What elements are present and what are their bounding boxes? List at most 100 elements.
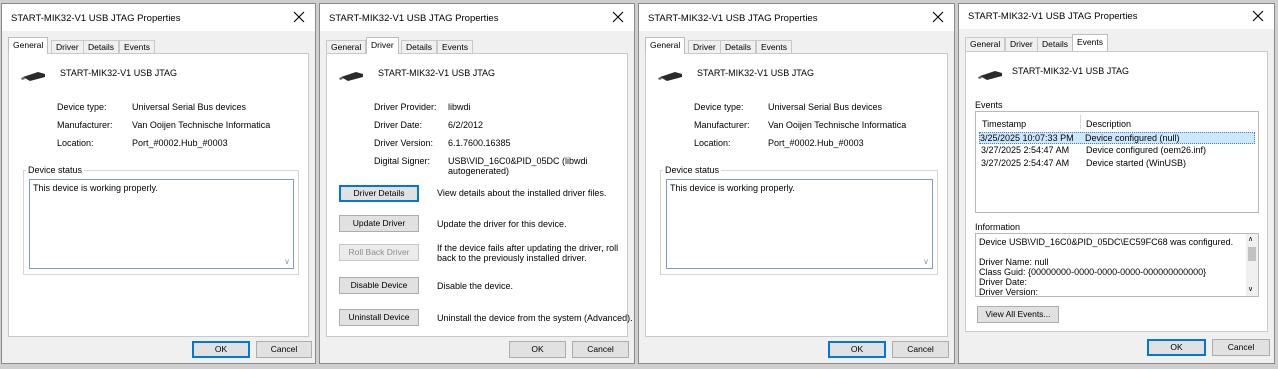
tab-strip: General Driver Details Events bbox=[326, 37, 628, 54]
tab-events[interactable]: Events bbox=[119, 40, 155, 54]
usb-device-icon bbox=[658, 72, 682, 81]
row-description: Device configured (oem26.inf) bbox=[1086, 145, 1207, 155]
cancel-button[interactable]: Cancel bbox=[256, 341, 312, 358]
tab-panel-driver: START-MIK32-V1 USB JTAG Driver Provider:… bbox=[326, 53, 633, 337]
information-text-area[interactable]: Device USB\VID_16C0&PID_05DC\EC59FC68 wa… bbox=[975, 233, 1259, 297]
tab-details[interactable]: Details bbox=[720, 40, 756, 54]
events-table[interactable]: Timestamp Description 3/25/2025 10:07:33… bbox=[975, 111, 1259, 213]
device-type-label: Device type: bbox=[694, 102, 744, 112]
ok-button[interactable]: OK bbox=[1147, 339, 1206, 356]
description-column-header[interactable]: Description bbox=[1086, 119, 1131, 129]
tab-events[interactable]: Events bbox=[437, 40, 473, 54]
status-text: This device is working properly. bbox=[670, 183, 795, 193]
tab-events[interactable]: Events bbox=[1072, 34, 1108, 51]
properties-dialog-driver: START-MIK32-V1 USB JTAG Properties Gener… bbox=[319, 3, 635, 364]
column-divider[interactable] bbox=[1080, 115, 1081, 129]
driver-provider-value: libwdi bbox=[448, 102, 471, 112]
device-status-label: Device status bbox=[663, 165, 722, 175]
update-driver-button[interactable]: Update Driver bbox=[339, 215, 419, 232]
properties-dialog-general-2: START-MIK32-V1 USB JTAG Properties Gener… bbox=[638, 3, 955, 364]
scroll-down-icon[interactable]: ∨ bbox=[923, 257, 929, 266]
location-label: Location: bbox=[694, 138, 731, 148]
roll-back-driver-button: Roll Back Driver bbox=[339, 244, 419, 261]
uninstall-device-button[interactable]: Uninstall Device bbox=[339, 309, 419, 326]
row-description: Device configured (null) bbox=[1085, 133, 1180, 143]
close-icon[interactable] bbox=[1250, 8, 1266, 24]
table-row[interactable]: 3/27/2025 2:54:47 AM Device configured (… bbox=[979, 145, 1255, 157]
close-icon[interactable] bbox=[610, 9, 626, 25]
usb-device-icon bbox=[978, 71, 1002, 80]
tab-details[interactable]: Details bbox=[83, 40, 119, 54]
scroll-up-icon[interactable]: ∧ bbox=[1248, 235, 1253, 245]
disable-device-button[interactable]: Disable Device bbox=[339, 277, 419, 294]
timestamp-column-header[interactable]: Timestamp bbox=[982, 119, 1026, 129]
scroll-down-icon[interactable]: ∨ bbox=[1248, 285, 1253, 295]
device-name: START-MIK32-V1 USB JTAG bbox=[1012, 66, 1130, 76]
location-value: Port_#0002.Hub_#0003 bbox=[768, 138, 864, 148]
properties-dialog-general: START-MIK32-V1 USB JTAG Properties Gener… bbox=[1, 3, 316, 364]
usb-device-icon bbox=[21, 72, 45, 81]
title-bar[interactable]: START-MIK32-V1 USB JTAG Properties bbox=[320, 4, 634, 31]
roll-back-driver-desc: If the device fails after updating the d… bbox=[437, 243, 619, 263]
window-title: START-MIK32-V1 USB JTAG Properties bbox=[11, 13, 181, 24]
cancel-button[interactable]: Cancel bbox=[892, 341, 949, 358]
information-label: Information bbox=[975, 222, 1021, 232]
row-description: Device started (WinUSB) bbox=[1086, 158, 1187, 168]
tab-driver[interactable]: Driver bbox=[366, 37, 399, 54]
scroll-thumb[interactable] bbox=[1248, 247, 1256, 261]
device-status-text[interactable]: This device is working properly. ∨ bbox=[29, 179, 294, 269]
driver-provider-label: Driver Provider: bbox=[374, 102, 437, 112]
table-row[interactable]: 3/25/2025 10:07:33 PM Device configured … bbox=[979, 132, 1255, 144]
view-all-events-button[interactable]: View All Events... bbox=[977, 306, 1059, 323]
driver-date-value: 6/2/2012 bbox=[448, 120, 484, 130]
status-text: This device is working properly. bbox=[33, 183, 158, 193]
window-title: START-MIK32-V1 USB JTAG Properties bbox=[329, 13, 499, 24]
info-line: Driver Date: bbox=[979, 277, 1028, 287]
tab-driver[interactable]: Driver bbox=[51, 40, 84, 54]
tab-details[interactable]: Details bbox=[1037, 37, 1073, 51]
info-line bbox=[979, 247, 1244, 257]
cancel-button[interactable]: Cancel bbox=[572, 341, 629, 358]
ok-button[interactable]: OK bbox=[828, 341, 886, 358]
tab-details[interactable]: Details bbox=[401, 40, 437, 54]
tab-driver[interactable]: Driver bbox=[688, 40, 721, 54]
close-icon[interactable] bbox=[930, 9, 946, 25]
manufacturer-value: Van Ooijen Technische Informatica bbox=[768, 120, 907, 130]
device-type-value: Universal Serial Bus devices bbox=[132, 102, 247, 112]
title-bar[interactable]: START-MIK32-V1 USB JTAG Properties bbox=[639, 4, 954, 31]
location-value: Port_#0002.Hub_#0003 bbox=[132, 138, 228, 148]
ok-button[interactable]: OK bbox=[509, 341, 566, 358]
scroll-down-icon[interactable]: ∨ bbox=[284, 257, 290, 266]
table-row[interactable]: 3/27/2025 2:54:47 AM Device started (Win… bbox=[979, 158, 1255, 170]
manufacturer-label: Manufacturer: bbox=[57, 120, 113, 130]
tab-general[interactable]: General bbox=[8, 37, 49, 54]
tab-strip: General Driver Details Events bbox=[645, 37, 948, 54]
device-name: START-MIK32-V1 USB JTAG bbox=[697, 68, 815, 78]
info-scrollbar[interactable]: ∧ ∨ bbox=[1246, 234, 1258, 296]
title-bar[interactable]: START-MIK32-V1 USB JTAG Properties bbox=[959, 4, 1274, 29]
manufacturer-label: Manufacturer: bbox=[694, 120, 750, 130]
tab-general[interactable]: General bbox=[645, 37, 686, 54]
manufacturer-value: Van Ooijen Technische Informatica bbox=[132, 120, 271, 130]
tab-general[interactable]: General bbox=[326, 40, 367, 54]
tab-general[interactable]: General bbox=[965, 37, 1006, 51]
driver-details-button[interactable]: Driver Details bbox=[339, 185, 419, 202]
row-timestamp: 3/27/2025 2:54:47 AM bbox=[981, 145, 1070, 155]
device-status-text[interactable]: This device is working properly. ∨ bbox=[666, 179, 933, 269]
title-bar[interactable]: START-MIK32-V1 USB JTAG Properties bbox=[2, 4, 315, 31]
ok-button[interactable]: OK bbox=[192, 341, 250, 358]
tab-driver[interactable]: Driver bbox=[1005, 37, 1038, 51]
window-title: START-MIK32-V1 USB JTAG Properties bbox=[648, 13, 818, 24]
tab-panel-events: START-MIK32-V1 USB JTAG Events Timestamp… bbox=[965, 51, 1268, 332]
disable-device-desc: Disable the device. bbox=[437, 281, 514, 291]
device-type-value: Universal Serial Bus devices bbox=[768, 102, 883, 112]
info-line: Device USB\VID_16C0&PID_05DC\EC59FC68 wa… bbox=[979, 237, 1234, 247]
update-driver-desc: Update the driver for this device. bbox=[437, 219, 567, 229]
row-timestamp: 3/25/2025 10:07:33 PM bbox=[980, 133, 1074, 143]
cancel-button[interactable]: Cancel bbox=[1212, 339, 1270, 356]
close-icon[interactable] bbox=[291, 9, 307, 25]
window-title: START-MIK32-V1 USB JTAG Properties bbox=[968, 11, 1138, 22]
tab-panel-general: START-MIK32-V1 USB JTAG Device type: Uni… bbox=[645, 53, 948, 337]
tab-events[interactable]: Events bbox=[756, 40, 792, 54]
info-line: Driver Version: bbox=[979, 287, 1039, 297]
